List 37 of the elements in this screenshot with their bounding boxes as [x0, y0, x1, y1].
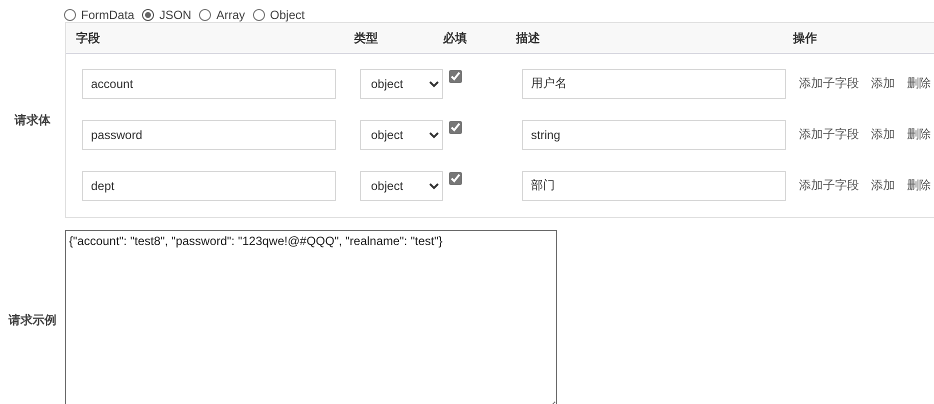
column-header: 必填 [443, 30, 468, 46]
column-header: 字段 [76, 30, 101, 46]
field-name-input[interactable]: dept [82, 170, 336, 200]
type-select[interactable]: object [360, 120, 443, 150]
column-header: 描述 [516, 30, 541, 46]
required-checkbox[interactable] [449, 121, 462, 134]
action-link[interactable]: 添加 [871, 75, 895, 92]
radio-button[interactable] [64, 9, 76, 21]
action-link[interactable]: 添加子字段 [799, 75, 859, 92]
type-select[interactable]: object [360, 68, 443, 98]
example-textarea[interactable]: {"account": "test8", "password": "123qwe!@#QQQ", "realname": "test"} [65, 230, 557, 404]
action-link[interactable]: 删除 [907, 177, 931, 194]
radio-label[interactable]: Array [216, 8, 246, 22]
radio-label[interactable]: FormData [81, 8, 134, 22]
field-name-input[interactable]: account [82, 68, 336, 98]
column-header: 类型 [354, 30, 379, 46]
radio-button[interactable] [253, 9, 266, 21]
radio-label[interactable]: JSON [159, 8, 192, 22]
section-label: 请求示例 [7, 312, 58, 329]
description-input[interactable]: 用户名 [522, 68, 786, 98]
section-label: 请求体 [13, 112, 52, 128]
action-link[interactable]: 添加 [871, 126, 895, 143]
action-link[interactable]: 添加 [871, 177, 895, 194]
description-input[interactable]: 部门 [522, 170, 786, 200]
type-select[interactable]: object [360, 170, 443, 200]
action-link[interactable]: 添加子字段 [799, 126, 859, 143]
radio-button[interactable] [199, 9, 212, 21]
radio-button[interactable] [142, 9, 154, 21]
radio-label[interactable]: Object [270, 8, 305, 22]
required-checkbox[interactable] [449, 70, 462, 83]
description-input[interactable]: string [522, 120, 786, 150]
field-name-input[interactable]: password [82, 120, 336, 150]
column-header: 操作 [793, 30, 818, 46]
action-link[interactable]: 删除 [907, 75, 931, 92]
action-link[interactable]: 删除 [907, 126, 931, 143]
action-link[interactable]: 添加子字段 [799, 177, 859, 194]
required-checkbox[interactable] [449, 172, 462, 185]
